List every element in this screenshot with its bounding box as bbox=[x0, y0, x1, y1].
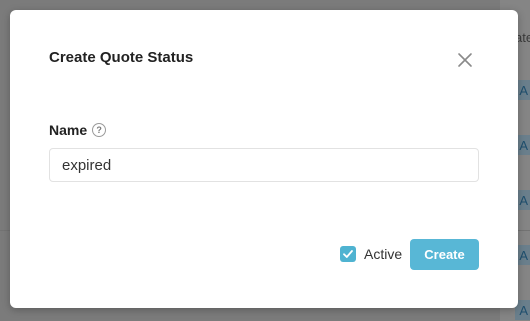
checkmark-icon bbox=[343, 250, 353, 258]
active-checkbox[interactable] bbox=[340, 246, 356, 262]
name-input[interactable] bbox=[49, 148, 479, 182]
close-icon bbox=[458, 53, 472, 67]
name-label-text: Name bbox=[49, 122, 88, 138]
modal-title: Create Quote Status bbox=[49, 49, 194, 66]
name-field-label: Name ? bbox=[49, 122, 107, 138]
create-quote-status-modal: Create Quote Status Name ? Active Create bbox=[10, 10, 518, 308]
active-toggle[interactable]: Active bbox=[340, 246, 402, 262]
close-button[interactable] bbox=[455, 50, 475, 70]
help-icon[interactable]: ? bbox=[92, 123, 107, 137]
create-button[interactable]: Create bbox=[410, 239, 479, 270]
active-label: Active bbox=[364, 246, 403, 262]
